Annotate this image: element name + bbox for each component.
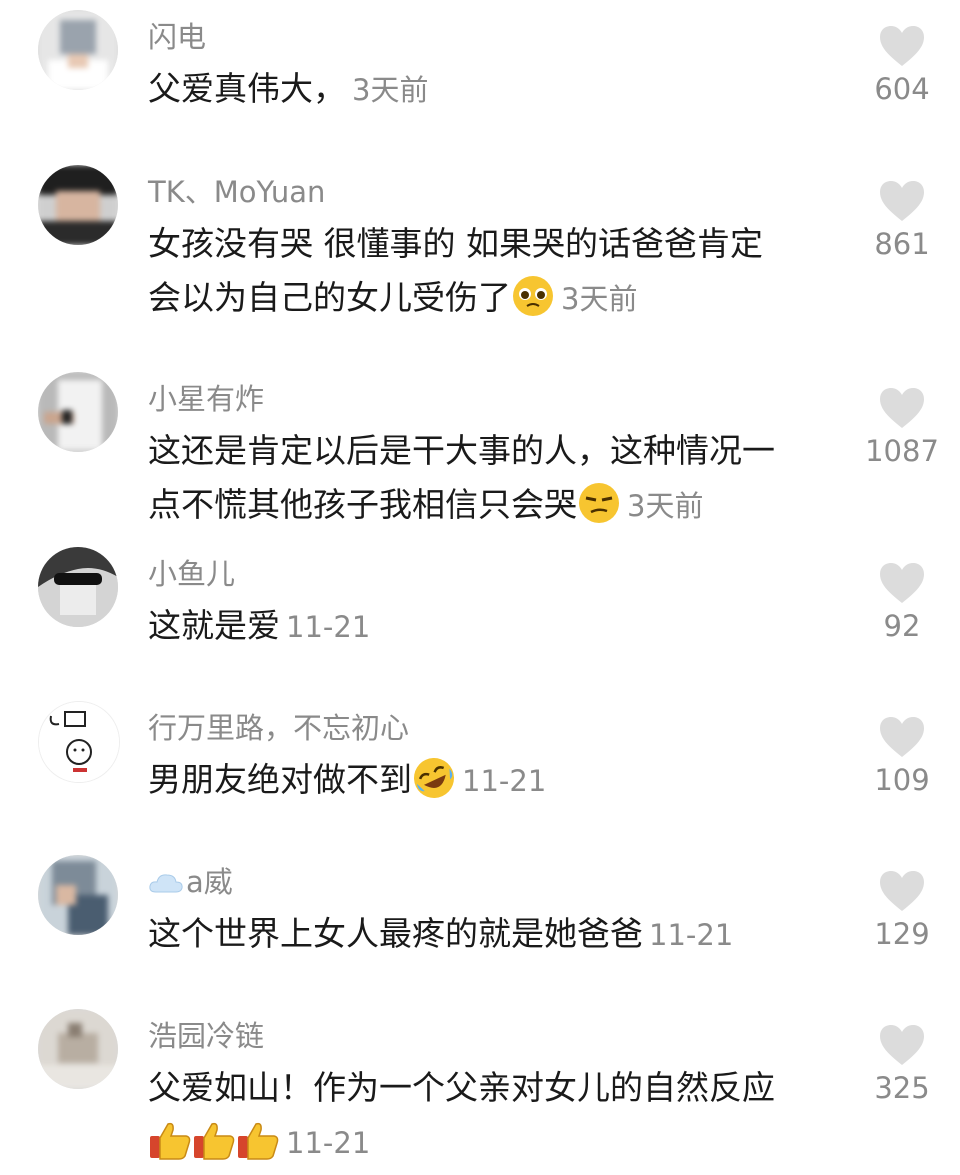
avatar-image (39, 702, 119, 782)
avatar-image (38, 165, 118, 245)
thumbs-up-icon (194, 1122, 235, 1160)
like-count: 1087 (865, 434, 939, 468)
like-button[interactable]: 92 (860, 561, 944, 651)
comment-text: 女孩没有哭 很懂事的 如果哭的话爸爸肯定 会以为自己的女儿受伤了 3天前 (148, 217, 848, 326)
avatar-image (38, 10, 118, 90)
avatar[interactable] (38, 372, 118, 452)
comment-time: 11-21 (286, 610, 371, 644)
comment-body-line: 父爱如山！作为一个父亲对女儿的自然反应 (148, 1068, 775, 1107)
avatar[interactable] (38, 547, 118, 627)
heart-icon (880, 26, 924, 66)
like-button[interactable]: 129 (860, 869, 944, 959)
comment-body-line: 11-21 (148, 1115, 848, 1170)
comment-item: 小星有炸 这还是肯定以后是干大事的人，这种情况一 点不慌其他孩子我相信只会哭 3… (0, 362, 960, 532)
comment-text: 男朋友绝对做不到 11-21 (148, 753, 848, 808)
comment-body-line-text: 会以为自己的女儿受伤了 (148, 278, 511, 317)
like-button[interactable]: 604 (860, 24, 944, 114)
heart-icon (880, 1025, 924, 1065)
avatar-image (38, 372, 118, 452)
avatar[interactable] (38, 165, 118, 245)
comment-text: 这还是肯定以后是干大事的人，这种情况一 点不慌其他孩子我相信只会哭 3天前 (148, 424, 848, 533)
comment-body: 男朋友绝对做不到 (148, 760, 412, 799)
avatar-image (38, 855, 118, 935)
comment-item: 闪电 父爱真伟大， 3天前 604 (0, 0, 960, 150)
comment-item: 行万里路，不忘初心 男朋友绝对做不到 11-21 109 (0, 691, 960, 841)
comment-text: 这个世界上女人最疼的就是她爸爸 11-21 (148, 907, 848, 962)
comment-body-line: 点不慌其他孩子我相信只会哭 3天前 (148, 478, 848, 533)
comment-text: 父爱如山！作为一个父亲对女儿的自然反应 11-21 (148, 1061, 848, 1170)
username[interactable]: 行万里路，不忘初心 (148, 705, 409, 747)
comment-time: 11-21 (286, 1126, 371, 1160)
thumbs-up-icon (150, 1122, 191, 1160)
comment-body: 父爱真伟大， (148, 69, 346, 108)
comment-list: 闪电 父爱真伟大， 3天前 604 TK、MoYuan 女孩没有哭 很懂事的 如果… (0, 0, 960, 1175)
comment-item: 浩园冷链 父爱如山！作为一个父亲对女儿的自然反应 11-21 325 (0, 999, 960, 1175)
comment-time: 3天前 (561, 282, 638, 316)
comment-time: 3天前 (352, 73, 429, 107)
username[interactable]: 闪电 (148, 14, 206, 56)
rofl-face-icon (414, 758, 454, 798)
avatar[interactable] (38, 10, 118, 90)
pleading-face-icon (513, 276, 553, 316)
username-text[interactable]: a威 (186, 865, 233, 899)
comment-time: 3天前 (627, 489, 704, 523)
like-button[interactable]: 1087 (860, 386, 944, 476)
comment-body: 这个世界上女人最疼的就是她爸爸 (148, 914, 643, 953)
cloud-icon (149, 874, 183, 893)
like-count: 92 (883, 609, 921, 643)
username[interactable]: a威 (148, 859, 233, 901)
comment-time: 11-21 (649, 918, 734, 952)
like-button[interactable]: 325 (860, 1023, 944, 1113)
avatar-image (38, 547, 118, 627)
comment-body-line-text: 点不慌其他孩子我相信只会哭 (148, 485, 577, 524)
heart-icon (880, 181, 924, 221)
username[interactable]: 浩园冷链 (148, 1013, 264, 1055)
comment-item: TK、MoYuan 女孩没有哭 很懂事的 如果哭的话爸爸肯定 会以为自己的女儿受… (0, 155, 960, 355)
comment-body-line: 会以为自己的女儿受伤了 3天前 (148, 271, 848, 326)
like-count: 109 (874, 763, 930, 797)
comment-body-line: 这还是肯定以后是干大事的人，这种情况一 (148, 431, 775, 470)
like-count: 861 (874, 227, 930, 261)
comment-item: a威 这个世界上女人最疼的就是她爸爸 11-21 129 (0, 845, 960, 995)
smirk-face-icon (579, 483, 619, 523)
comment-item: 小鱼儿 这就是爱 11-21 92 (0, 537, 960, 687)
heart-icon (880, 871, 924, 911)
comment-body-line: 女孩没有哭 很懂事的 如果哭的话爸爸肯定 (148, 224, 763, 263)
like-button[interactable]: 109 (860, 715, 944, 805)
avatar[interactable] (38, 701, 120, 783)
like-count: 604 (874, 72, 930, 106)
like-button[interactable]: 861 (860, 179, 944, 269)
comment-text: 这就是爱 11-21 (148, 599, 848, 654)
username[interactable]: 小鱼儿 (148, 551, 235, 593)
comment-body: 这就是爱 (148, 606, 280, 645)
comment-time: 11-21 (462, 764, 547, 798)
username[interactable]: 小星有炸 (148, 376, 264, 418)
like-count: 325 (874, 1071, 930, 1105)
username[interactable]: TK、MoYuan (148, 169, 325, 211)
avatar[interactable] (38, 855, 118, 935)
avatar[interactable] (38, 1009, 118, 1089)
heart-icon (880, 563, 924, 603)
like-count: 129 (874, 917, 930, 951)
thumbs-up-icon (238, 1122, 279, 1160)
heart-icon (880, 717, 924, 757)
heart-icon (880, 388, 924, 428)
avatar-image (38, 1009, 118, 1089)
comment-text: 父爱真伟大， 3天前 (148, 62, 848, 117)
